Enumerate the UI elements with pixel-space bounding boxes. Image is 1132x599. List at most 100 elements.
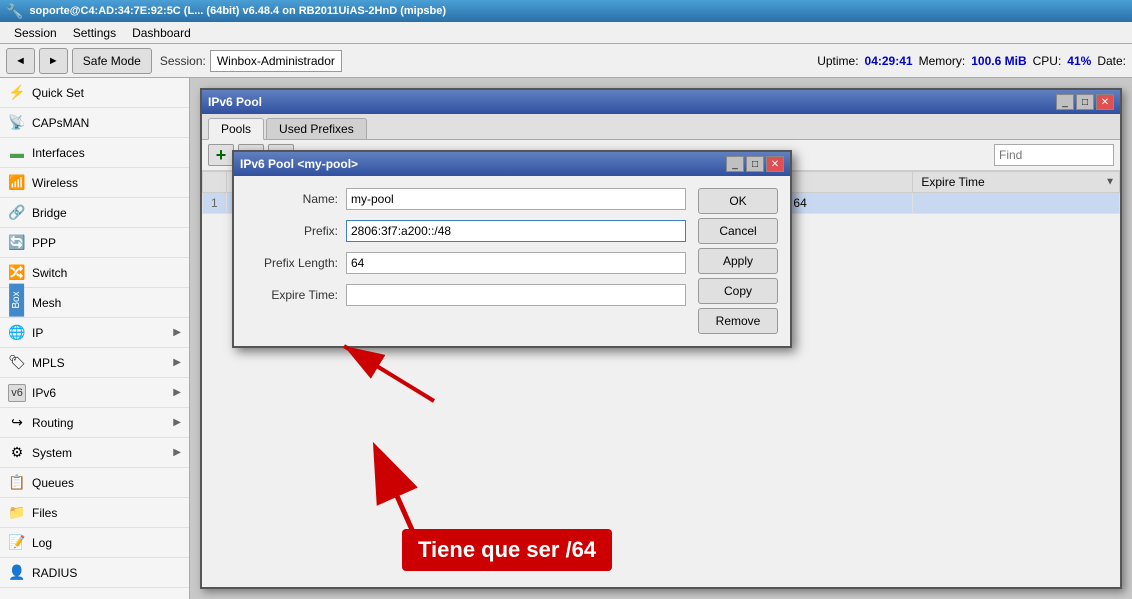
sidebar-item-bridge[interactable]: 🔗 Bridge	[0, 198, 189, 228]
sidebar: ⚡ Quick Set 📡 CAPsMAN ▬ Interfaces 📶 Wir…	[0, 78, 190, 599]
menu-session[interactable]: Session	[6, 24, 65, 42]
add-pool-button[interactable]: +	[208, 144, 234, 166]
sidebar-item-label: PPP	[32, 236, 56, 250]
prefix-label: Prefix:	[246, 224, 346, 238]
ipv6-pool-dialog: IPv6 Pool <my-pool> _ □ ✕ Name:	[232, 150, 792, 348]
sidebar-item-switch[interactable]: 🔀 Switch	[0, 258, 189, 288]
ok-button[interactable]: OK	[698, 188, 778, 214]
table-header-expire-time[interactable]: Expire Time ▼	[913, 172, 1120, 193]
dialog-controls: _ □ ✕	[726, 156, 784, 172]
sidebar-item-capsman[interactable]: 📡 CAPsMAN	[0, 108, 189, 138]
menu-bar: Session Settings Dashboard	[0, 22, 1132, 44]
forward-button[interactable]: ►	[39, 48, 68, 74]
cancel-button[interactable]: Cancel	[698, 218, 778, 244]
tab-bar: Pools Used Prefixes	[202, 114, 1120, 140]
sidebar-item-files[interactable]: 📁 Files	[0, 498, 189, 528]
sidebar-item-routing[interactable]: ↪ Routing ▶	[0, 408, 189, 438]
tab-used-prefixes[interactable]: Used Prefixes	[266, 118, 367, 139]
remove-button[interactable]: Remove	[698, 308, 778, 334]
apply-button[interactable]: Apply	[698, 248, 778, 274]
routing-arrow: ▶	[173, 417, 181, 428]
system-arrow: ▶	[173, 447, 181, 458]
sidebar-item-system[interactable]: ⚙ System ▶	[0, 438, 189, 468]
uptime-label: Uptime:	[817, 54, 858, 68]
prefix-length-input[interactable]	[346, 252, 686, 274]
form-row-expire-time: Expire Time:	[246, 284, 686, 306]
system-icon: ⚙	[8, 444, 26, 462]
log-icon: 📝	[8, 534, 26, 552]
sidebar-item-radius[interactable]: 👤 RADIUS	[0, 558, 189, 588]
sidebar-item-label: System	[32, 446, 72, 460]
date-label: Date:	[1097, 54, 1126, 68]
dialog-title-bar: IPv6 Pool <my-pool> _ □ ✕	[234, 152, 790, 176]
back-button[interactable]: ◄	[6, 48, 35, 74]
interfaces-icon: ▬	[8, 144, 26, 162]
uptime-value: 04:29:41	[865, 54, 913, 68]
sidebar-item-ppp[interactable]: 🔄 PPP	[0, 228, 189, 258]
sidebar-item-mpls[interactable]: 🏷 MPLS ▶	[0, 348, 189, 378]
dialog-close-button[interactable]: ✕	[766, 156, 784, 172]
winbox-label: Box	[9, 283, 24, 316]
window-controls: _ □ ✕	[1056, 94, 1114, 110]
sidebar-item-label: Switch	[32, 266, 67, 280]
prefix-length-label: Prefix Length:	[246, 256, 346, 270]
dialog-buttons: OK Cancel Apply Copy Remove	[698, 188, 778, 334]
sidebar-item-mesh[interactable]: ⬡ Mesh	[0, 288, 189, 318]
window-minimize-button[interactable]: _	[1056, 94, 1074, 110]
ppp-icon: 🔄	[8, 234, 26, 252]
cpu-value: 41%	[1067, 54, 1091, 68]
mpls-icon: 🏷	[8, 354, 26, 372]
radius-icon: 👤	[8, 564, 26, 582]
title-bar: 🔧 soporte@C4:AD:34:7E:92:5C (L... (64bit…	[0, 0, 1132, 22]
red-label-container: Tiene que ser /64	[402, 529, 612, 571]
sidebar-item-wireless[interactable]: 📶 Wireless	[0, 168, 189, 198]
form-row-prefix-length: Prefix Length:	[246, 252, 686, 274]
tab-pools[interactable]: Pools	[208, 118, 264, 140]
row-number: 1	[203, 193, 227, 214]
main-layout: ⚡ Quick Set 📡 CAPsMAN ▬ Interfaces 📶 Wir…	[0, 78, 1132, 599]
sidebar-item-interfaces[interactable]: ▬ Interfaces	[0, 138, 189, 168]
sidebar-item-quick-set[interactable]: ⚡ Quick Set	[0, 78, 189, 108]
sidebar-item-label: Wireless	[32, 176, 78, 190]
memory-label: Memory:	[919, 54, 966, 68]
window-close-button[interactable]: ✕	[1096, 94, 1114, 110]
menu-dashboard[interactable]: Dashboard	[124, 24, 199, 42]
sidebar-item-label: Bridge	[32, 206, 67, 220]
sidebar-item-label: Mesh	[32, 296, 61, 310]
copy-button[interactable]: Copy	[698, 278, 778, 304]
menu-settings[interactable]: Settings	[65, 24, 124, 42]
form-row-prefix: Prefix:	[246, 220, 686, 242]
app-icon: 🔧	[6, 3, 23, 20]
row-expire-time	[913, 193, 1120, 214]
prefix-input[interactable]	[346, 220, 686, 242]
sidebar-item-ip[interactable]: 🌐 IP ▶	[0, 318, 189, 348]
memory-value: 100.6 MiB	[971, 54, 1026, 68]
pool-find-input[interactable]	[994, 144, 1114, 166]
arrow-svg	[314, 336, 474, 406]
sidebar-item-label: Log	[32, 536, 52, 550]
sidebar-item-log[interactable]: 📝 Log	[0, 528, 189, 558]
ipv6-pool-title-bar: IPv6 Pool _ □ ✕	[202, 90, 1120, 114]
name-input[interactable]	[346, 188, 686, 210]
dialog-minimize-button[interactable]: _	[726, 156, 744, 172]
quick-set-icon: ⚡	[8, 84, 26, 102]
mpls-arrow: ▶	[173, 357, 181, 368]
dialog-maximize-button[interactable]: □	[746, 156, 764, 172]
sidebar-item-queues[interactable]: 📋 Queues	[0, 468, 189, 498]
expire-time-input[interactable]	[346, 284, 686, 306]
sidebar-item-label: CAPsMAN	[32, 116, 89, 130]
safe-mode-label: Safe Mode	[83, 54, 141, 68]
safe-mode-button[interactable]: Safe Mode	[72, 48, 152, 74]
switch-icon: 🔀	[8, 264, 26, 282]
sidebar-item-label: MPLS	[32, 356, 65, 370]
wireless-icon: 📶	[8, 174, 26, 192]
sidebar-item-ipv6[interactable]: v6 IPv6 ▶	[0, 378, 189, 408]
sidebar-item-label: Queues	[32, 476, 74, 490]
annotation-text: Tiene que ser /64	[402, 529, 612, 571]
session-label: Session:	[160, 54, 206, 68]
sidebar-item-label: Routing	[32, 416, 73, 430]
main-arrow-svg	[357, 431, 477, 551]
window-maximize-button[interactable]: □	[1076, 94, 1094, 110]
ipv6-icon: v6	[8, 384, 26, 402]
capsman-icon: 📡	[8, 114, 26, 132]
